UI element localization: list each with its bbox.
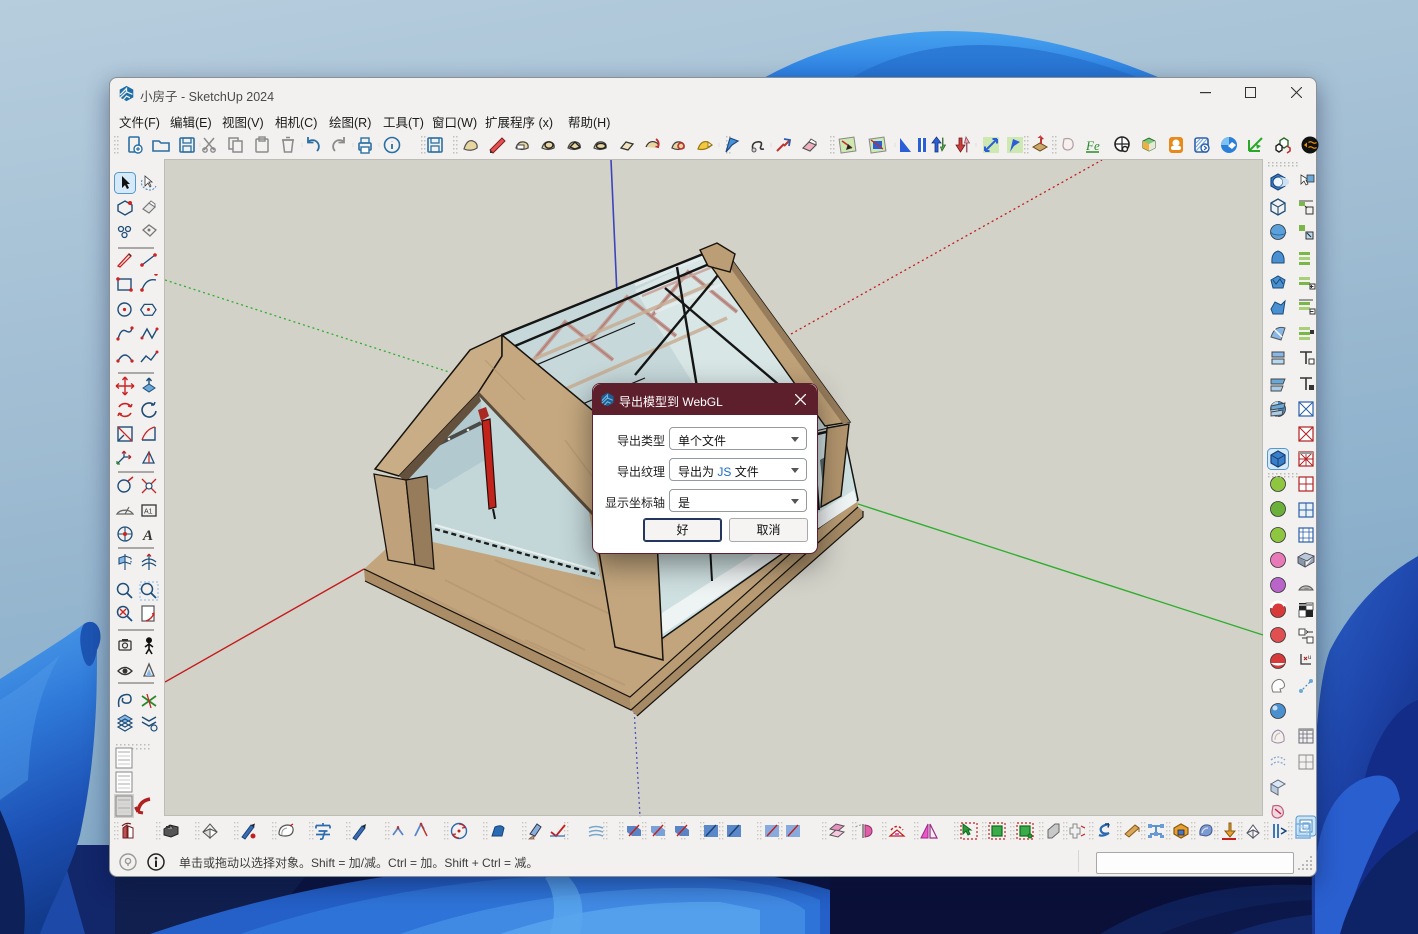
svg-text:A: A <box>142 528 153 544</box>
svg-text:u: u <box>1308 655 1311 661</box>
svg-text:Fe: Fe <box>1085 138 1100 153</box>
svg-text:A1: A1 <box>144 509 153 516</box>
